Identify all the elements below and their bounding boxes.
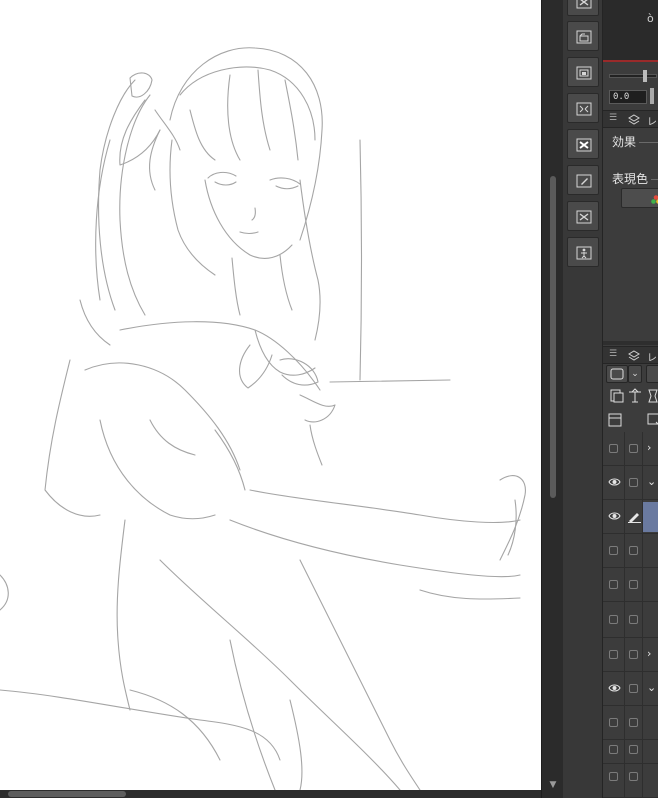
- layers-icon: [628, 350, 640, 361]
- layer-row[interactable]: [603, 764, 658, 798]
- layer-row[interactable]: ›: [603, 432, 658, 466]
- folder-expand-chevron-icon[interactable]: ›: [647, 441, 651, 454]
- delete-layer-button[interactable]: [567, 201, 599, 231]
- visibility-checkbox[interactable]: [609, 718, 618, 727]
- edit-layer-button[interactable]: [567, 165, 599, 195]
- visibility-checkbox[interactable]: [609, 745, 618, 754]
- layer-row[interactable]: [603, 568, 658, 602]
- eye-icon[interactable]: [608, 511, 621, 521]
- sketch-artwork: [0, 47, 526, 790]
- layers-stack-icon: [628, 114, 640, 125]
- folder-collapse-chevron-icon[interactable]: ⌄: [647, 681, 656, 694]
- layer-panel-header[interactable]: ☰ レ: [603, 346, 658, 364]
- value-slider-knob[interactable]: [650, 88, 654, 104]
- visibility-checkbox[interactable]: [609, 615, 618, 624]
- layer-palette-icon[interactable]: [607, 412, 623, 428]
- lock-transparent-icon[interactable]: [645, 388, 658, 404]
- horizontal-scroll-thumb[interactable]: [8, 791, 126, 797]
- 3d-figure-button[interactable]: [567, 237, 599, 267]
- visibility-checkbox[interactable]: [609, 580, 618, 589]
- layer-property-panel-header[interactable]: ☰ レ: [603, 110, 658, 128]
- clear-layer-button[interactable]: [567, 129, 599, 159]
- layer-tab-label[interactable]: レ: [647, 349, 657, 364]
- delete-layer-icon: [576, 210, 592, 224]
- clip-layer-icon[interactable]: [609, 388, 625, 404]
- panel-tab-label[interactable]: レ: [647, 113, 657, 128]
- expression-color-label: 表現色: [612, 172, 649, 186]
- visibility-checkbox[interactable]: [609, 650, 618, 659]
- color-preview-area: ò: [603, 0, 658, 62]
- scroll-down-arrow-icon[interactable]: ▼: [546, 778, 560, 792]
- lock-checkbox[interactable]: [629, 478, 638, 487]
- visibility-checkbox[interactable]: [609, 444, 618, 453]
- vertical-scrollbar[interactable]: ▼: [541, 0, 563, 798]
- layer-command-toolbar: [563, 0, 603, 798]
- layer-row[interactable]: [603, 736, 658, 764]
- effect-label: 効果: [612, 135, 637, 149]
- color-mode-icon: [651, 195, 658, 204]
- transform-button[interactable]: [567, 93, 599, 123]
- folder-layer-icon: [576, 30, 592, 44]
- lock-checkbox[interactable]: [629, 718, 638, 727]
- lock-checkbox[interactable]: [629, 580, 638, 589]
- layer-row[interactable]: [603, 706, 658, 740]
- edit-layer-icon: [576, 174, 592, 188]
- layer-row[interactable]: ⌄: [603, 466, 658, 500]
- visibility-checkbox[interactable]: [609, 546, 618, 555]
- layer-row[interactable]: [603, 534, 658, 568]
- lock-checkbox[interactable]: [629, 444, 638, 453]
- expression-color-section-label: 表現色: [612, 170, 658, 187]
- clear-icon: [576, 138, 592, 152]
- opacity-field[interactable]: [646, 365, 658, 383]
- delete-button[interactable]: [567, 0, 599, 16]
- slider-track[interactable]: [609, 74, 657, 78]
- panel-divider[interactable]: [603, 341, 658, 345]
- expression-color-dropdown[interactable]: [621, 188, 658, 208]
- brush-size-slider[interactable]: [607, 70, 658, 82]
- horizontal-scrollbar[interactable]: ⋰: [0, 790, 548, 798]
- panel-menu-icon[interactable]: ☰: [609, 113, 617, 123]
- layer-thumbnail[interactable]: [643, 502, 658, 532]
- preview-glyph: ò: [647, 12, 654, 25]
- app-window: ⋰ ▼ ò: [0, 0, 658, 798]
- layer-row[interactable]: [603, 602, 658, 638]
- layer-row-selected[interactable]: [603, 500, 658, 534]
- folder-collapse-chevron-icon[interactable]: ⌄: [647, 475, 656, 488]
- layer-panel-menu-icon[interactable]: ☰: [609, 349, 617, 359]
- lock-checkbox[interactable]: [629, 684, 638, 693]
- eye-icon[interactable]: [608, 477, 621, 487]
- layer-mask-icon: [576, 66, 592, 80]
- property-value-input[interactable]: 0.0: [609, 90, 647, 104]
- mask-link-icon[interactable]: [646, 412, 658, 428]
- drawing-canvas[interactable]: [0, 0, 541, 790]
- blend-mode-chevron-icon[interactable]: ⌄: [628, 365, 642, 383]
- visibility-checkbox[interactable]: [609, 772, 618, 781]
- lock-checkbox[interactable]: [629, 650, 638, 659]
- layer-row[interactable]: ⌄: [603, 672, 658, 706]
- transform-icon: [576, 102, 592, 116]
- eye-icon[interactable]: [608, 683, 621, 693]
- blend-mode-icon: [610, 368, 624, 380]
- new-folder-button[interactable]: [567, 21, 599, 51]
- delete-icon: [576, 0, 592, 9]
- effect-section-label: 効果: [612, 133, 658, 150]
- right-panel-column: ò 0.0 ☰ レ 効果 表現色 ☰ レ ⌄ › ⌄ › ⌄: [603, 0, 658, 798]
- layer-mask-button[interactable]: [567, 57, 599, 87]
- lock-checkbox[interactable]: [629, 546, 638, 555]
- pen-icon: [628, 513, 641, 523]
- person-figure-icon: [576, 246, 592, 260]
- layer-list: › ⌄ › ⌄: [603, 432, 658, 798]
- layer-row[interactable]: ›: [603, 638, 658, 672]
- lock-checkbox[interactable]: [629, 615, 638, 624]
- lock-checkbox[interactable]: [629, 745, 638, 754]
- lock-checkbox[interactable]: [629, 772, 638, 781]
- blend-mode-dropdown[interactable]: [606, 365, 628, 383]
- reference-layer-icon[interactable]: [627, 388, 643, 404]
- folder-expand-chevron-icon[interactable]: ›: [647, 647, 651, 660]
- slider-knob[interactable]: [643, 70, 647, 82]
- vertical-scroll-thumb[interactable]: [550, 176, 556, 498]
